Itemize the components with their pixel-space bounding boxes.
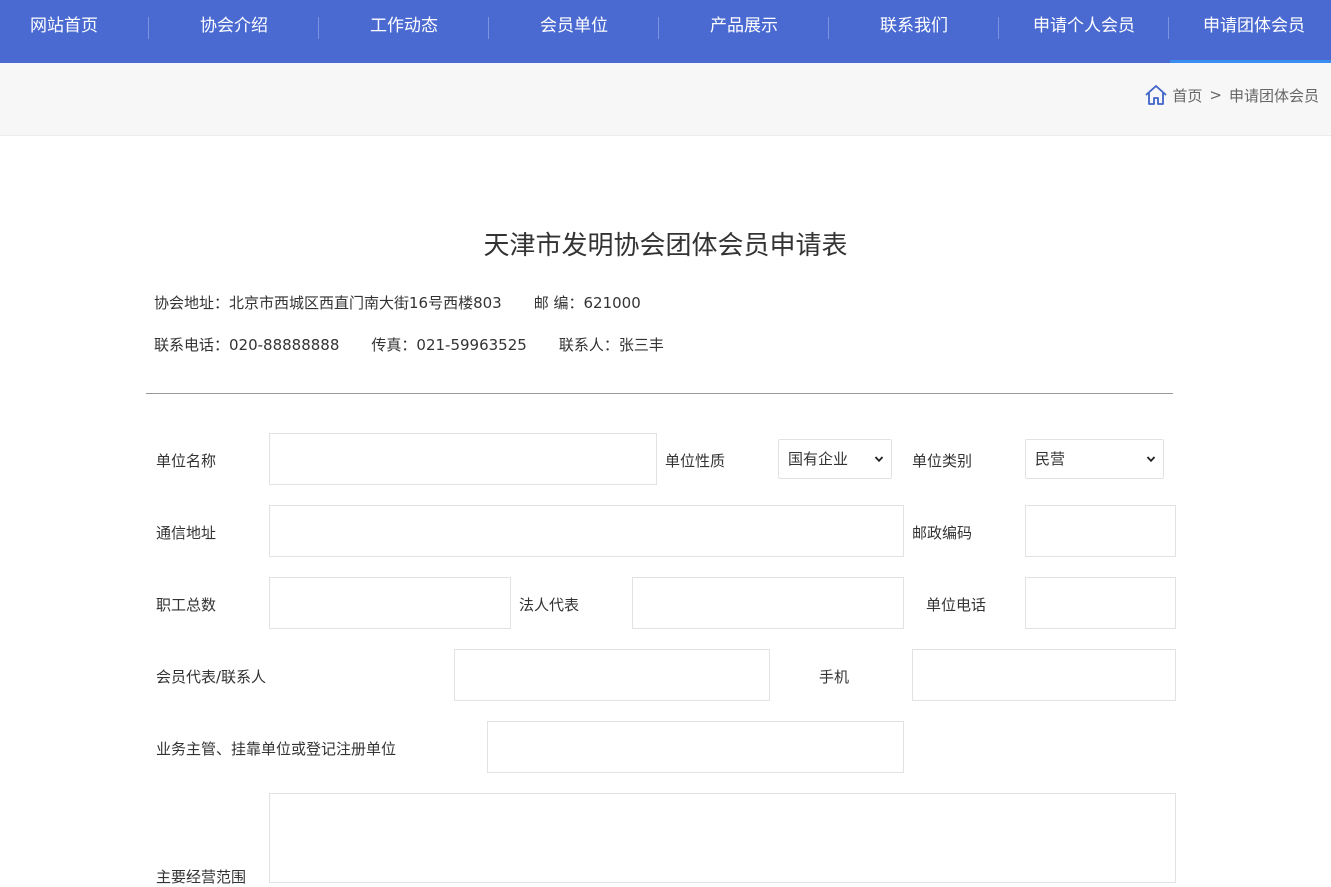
supervisor-input[interactable]: [487, 721, 904, 773]
main-business-textarea[interactable]: [269, 793, 1176, 883]
breadcrumb: 首页 > 申请团体会员: [1144, 82, 1319, 108]
nav-separator: [658, 17, 659, 39]
mobile-input[interactable]: [912, 649, 1176, 701]
nav-separator: [998, 17, 999, 39]
postal-code-label: 邮政编码: [912, 524, 973, 542]
breadcrumb-separator: >: [1209, 86, 1222, 104]
unit-phone-input[interactable]: [1025, 577, 1176, 629]
unit-name-input[interactable]: [269, 433, 657, 485]
nav-item-contact[interactable]: 联系我们: [830, 0, 998, 58]
breadcrumb-current: 申请团体会员: [1228, 86, 1319, 105]
nav-item-products[interactable]: 产品展示: [660, 0, 828, 58]
association-phone: 联系电话：020-88888888: [154, 336, 340, 354]
chevron-down-icon: [874, 456, 884, 463]
address-input[interactable]: [269, 505, 904, 557]
postal-code-input[interactable]: [1025, 505, 1176, 557]
unit-category-selected: 民营: [1035, 450, 1066, 468]
info-line-address: 协会地址：北京市西城区西直门南大街16号西楼803 邮 编：621000: [154, 292, 673, 313]
association-address: 协会地址：北京市西城区西直门南大街16号西楼803: [154, 294, 502, 312]
nav-item-about[interactable]: 协会介绍: [150, 0, 318, 58]
member-rep-input[interactable]: [454, 649, 770, 701]
nav-item-news[interactable]: 工作动态: [320, 0, 488, 58]
breadcrumb-bar: 首页 > 申请团体会员: [0, 63, 1331, 136]
divider: [146, 393, 1173, 394]
address-label: 通信地址: [156, 524, 217, 542]
unit-name-label: 单位名称: [156, 452, 217, 470]
legal-rep-label: 法人代表: [519, 596, 580, 614]
chevron-down-icon: [1146, 456, 1156, 463]
association-fax: 传真：021-59963525: [371, 336, 527, 354]
nav-item-home[interactable]: 网站首页: [0, 0, 128, 58]
main-business-label: 主要经营范围: [156, 868, 247, 886]
staff-count-input[interactable]: [269, 577, 511, 629]
top-nav: 网站首页 协会介绍 工作动态 会员单位 产品展示 联系我们 申请个人会员 申请团…: [0, 0, 1331, 63]
staff-count-label: 职工总数: [156, 596, 217, 614]
nav-separator: [318, 17, 319, 39]
association-contact: 联系人：张三丰: [558, 336, 664, 354]
nav-separator: [488, 17, 489, 39]
breadcrumb-home-link[interactable]: 首页: [1172, 85, 1202, 106]
nav-separator: [1168, 17, 1169, 39]
supervisor-label: 业务主管、挂靠单位或登记注册单位: [156, 740, 397, 758]
mobile-label: 手机: [819, 668, 850, 686]
form-title: 天津市发明协会团体会员申请表: [483, 231, 848, 261]
nav-item-apply-group[interactable]: 申请团体会员: [1170, 0, 1331, 63]
unit-category-label: 单位类别: [912, 452, 973, 470]
nav-item-apply-individual[interactable]: 申请个人会员: [1000, 0, 1168, 58]
legal-rep-input[interactable]: [632, 577, 904, 629]
member-rep-label: 会员代表/联系人: [156, 668, 267, 686]
unit-category-select[interactable]: 民营: [1025, 439, 1164, 479]
info-line-contact: 联系电话：020-88888888 传真：021-59963525 联系人：张三丰: [154, 334, 696, 355]
unit-phone-label: 单位电话: [926, 596, 987, 614]
nav-separator: [148, 17, 149, 39]
unit-nature-label: 单位性质: [665, 452, 726, 470]
unit-nature-selected: 国有企业: [788, 450, 849, 468]
nav-separator: [828, 17, 829, 39]
home-icon[interactable]: [1144, 83, 1168, 107]
association-postcode: 邮 编：621000: [533, 294, 641, 312]
unit-nature-select[interactable]: 国有企业: [778, 439, 892, 479]
nav-item-members[interactable]: 会员单位: [490, 0, 658, 58]
